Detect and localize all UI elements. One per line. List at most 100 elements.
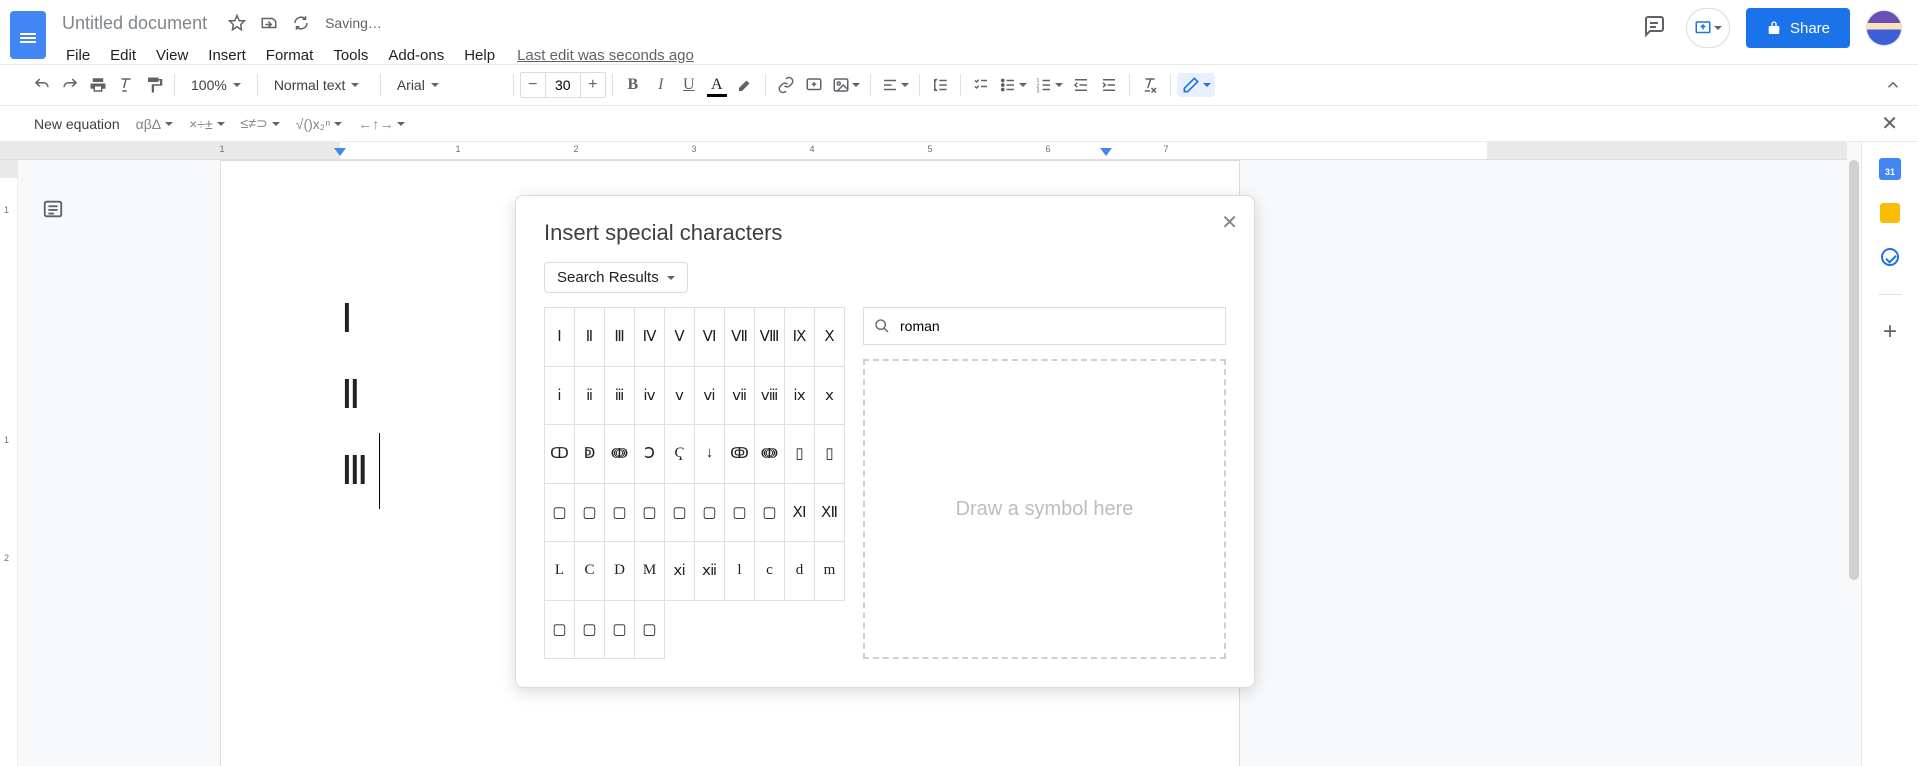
font-size-input[interactable] bbox=[545, 73, 581, 97]
character-cell[interactable]: ⅷ bbox=[755, 366, 785, 425]
document-title[interactable]: Untitled document bbox=[56, 11, 213, 36]
character-cell[interactable]: ▢ bbox=[605, 483, 635, 542]
insert-image-button[interactable] bbox=[828, 71, 864, 99]
character-cell[interactable]: ⅶ bbox=[725, 366, 755, 425]
bulleted-list-button[interactable] bbox=[995, 71, 1031, 99]
redo-button[interactable] bbox=[56, 71, 84, 99]
character-cell[interactable]: ↁ bbox=[575, 425, 605, 484]
vertical-ruler[interactable]: 1 1 2 bbox=[0, 160, 18, 766]
clear-format-button[interactable] bbox=[1136, 71, 1164, 99]
character-cell[interactable]: ▢ bbox=[695, 483, 725, 542]
character-cell[interactable]: ⅵ bbox=[695, 366, 725, 425]
character-cell[interactable]: ▯ bbox=[785, 425, 815, 484]
paint-format-button[interactable] bbox=[140, 71, 168, 99]
character-cell[interactable]: Ⅶ bbox=[725, 308, 755, 367]
star-icon[interactable] bbox=[227, 13, 247, 33]
character-cell[interactable]: Ⅹ bbox=[815, 308, 845, 367]
character-cell[interactable]: ▢ bbox=[755, 483, 785, 542]
character-cell[interactable]: ▢ bbox=[635, 600, 665, 659]
insert-link-button[interactable] bbox=[772, 71, 800, 99]
comments-icon[interactable] bbox=[1642, 14, 1670, 42]
eq-group-greek[interactable]: αβΔ bbox=[132, 114, 178, 134]
character-cell[interactable]: ⅸ bbox=[785, 366, 815, 425]
horizontal-ruler[interactable]: 1 1 2 3 4 5 6 7 bbox=[0, 142, 1847, 160]
editing-mode-button[interactable] bbox=[1177, 73, 1215, 97]
character-cell[interactable]: Ⅲ bbox=[605, 308, 635, 367]
character-cell[interactable]: ▢ bbox=[605, 600, 635, 659]
underline-button[interactable]: U bbox=[675, 71, 703, 99]
character-cell[interactable]: ↀ bbox=[545, 425, 575, 484]
character-cell[interactable]: ⅺ bbox=[665, 542, 695, 601]
character-cell[interactable]: L bbox=[545, 542, 575, 601]
character-cell[interactable]: Ⅻ bbox=[815, 483, 845, 542]
character-cell[interactable]: Ⅵ bbox=[695, 308, 725, 367]
close-dialog-button[interactable]: ✕ bbox=[1221, 210, 1238, 235]
character-cell[interactable]: ⅹ bbox=[815, 366, 845, 425]
right-margin-marker[interactable] bbox=[1100, 148, 1112, 156]
increase-font-button[interactable]: + bbox=[581, 73, 605, 97]
character-cell[interactable]: ▢ bbox=[575, 483, 605, 542]
calendar-icon[interactable]: 31 bbox=[1879, 158, 1901, 180]
vertical-scrollbar[interactable] bbox=[1849, 160, 1859, 580]
character-cell[interactable]: ▯ bbox=[815, 425, 845, 484]
collapse-toolbar-button[interactable] bbox=[1878, 70, 1908, 100]
character-cell[interactable]: M bbox=[635, 542, 665, 601]
decrease-indent-button[interactable] bbox=[1067, 71, 1095, 99]
character-cell[interactable]: C bbox=[575, 542, 605, 601]
cloud-sync-icon[interactable] bbox=[291, 13, 311, 33]
eq-group-arrows[interactable]: ←↑→ bbox=[354, 114, 409, 134]
character-cell[interactable]: ⅲ bbox=[605, 366, 635, 425]
text-color-button[interactable]: A bbox=[703, 71, 731, 99]
character-cell[interactable]: ↈ bbox=[755, 425, 785, 484]
keep-icon[interactable] bbox=[1879, 202, 1901, 224]
decrease-font-button[interactable]: − bbox=[521, 73, 545, 97]
bold-button[interactable]: B bbox=[619, 71, 647, 99]
move-icon[interactable] bbox=[259, 13, 279, 33]
character-cell[interactable]: ↈ bbox=[605, 425, 635, 484]
category-dropdown[interactable]: Search Results bbox=[544, 262, 688, 293]
character-cell[interactable]: ▢ bbox=[545, 600, 575, 659]
add-addon-button[interactable]: + bbox=[1879, 321, 1901, 343]
character-cell[interactable]: Ⅺ bbox=[785, 483, 815, 542]
left-margin-marker[interactable] bbox=[334, 148, 346, 156]
character-cell[interactable]: ↂ bbox=[725, 425, 755, 484]
character-cell[interactable]: Ⅷ bbox=[755, 308, 785, 367]
character-cell[interactable]: m bbox=[815, 542, 845, 601]
character-cell[interactable]: ▢ bbox=[545, 483, 575, 542]
character-cell[interactable]: ↓ bbox=[695, 425, 725, 484]
present-button[interactable] bbox=[1686, 8, 1730, 48]
avatar[interactable] bbox=[1866, 10, 1902, 46]
character-cell[interactable]: ▢ bbox=[575, 600, 605, 659]
font-dropdown[interactable]: Arial bbox=[387, 71, 507, 99]
character-cell[interactable]: ▢ bbox=[635, 483, 665, 542]
outline-toggle-button[interactable] bbox=[36, 192, 70, 226]
character-cell[interactable]: Ⅰ bbox=[545, 308, 575, 367]
checklist-button[interactable] bbox=[967, 71, 995, 99]
character-cell[interactable]: ⅴ bbox=[665, 366, 695, 425]
character-cell[interactable]: Ⅳ bbox=[635, 308, 665, 367]
character-cell[interactable]: ▢ bbox=[665, 483, 695, 542]
character-cell[interactable]: Ⅱ bbox=[575, 308, 605, 367]
undo-button[interactable] bbox=[28, 71, 56, 99]
close-equation-bar-button[interactable]: ✕ bbox=[1871, 107, 1908, 140]
highlight-button[interactable] bbox=[731, 71, 759, 99]
character-cell[interactable]: ⅱ bbox=[575, 366, 605, 425]
docs-logo[interactable] bbox=[8, 8, 48, 62]
numbered-list-button[interactable]: 123 bbox=[1031, 71, 1067, 99]
clear-formatting-button[interactable] bbox=[112, 71, 140, 99]
character-cell[interactable]: Ҁ bbox=[665, 425, 695, 484]
align-button[interactable] bbox=[877, 71, 913, 99]
character-cell[interactable]: Ⅸ bbox=[785, 308, 815, 367]
character-cell[interactable]: D bbox=[605, 542, 635, 601]
zoom-dropdown[interactable]: 100% bbox=[181, 71, 251, 99]
character-cell[interactable]: ⅻ bbox=[695, 542, 725, 601]
line-spacing-button[interactable] bbox=[926, 71, 954, 99]
last-edit-link[interactable]: Last edit was seconds ago bbox=[517, 47, 694, 64]
add-comment-button[interactable] bbox=[800, 71, 828, 99]
eq-group-math[interactable]: √()x₂ⁿ bbox=[292, 114, 347, 134]
tasks-icon[interactable] bbox=[1879, 246, 1901, 268]
character-cell[interactable]: ⅳ bbox=[635, 366, 665, 425]
paragraph-style-dropdown[interactable]: Normal text bbox=[264, 71, 374, 99]
italic-button[interactable]: I bbox=[647, 71, 675, 99]
character-cell[interactable]: ⅰ bbox=[545, 366, 575, 425]
